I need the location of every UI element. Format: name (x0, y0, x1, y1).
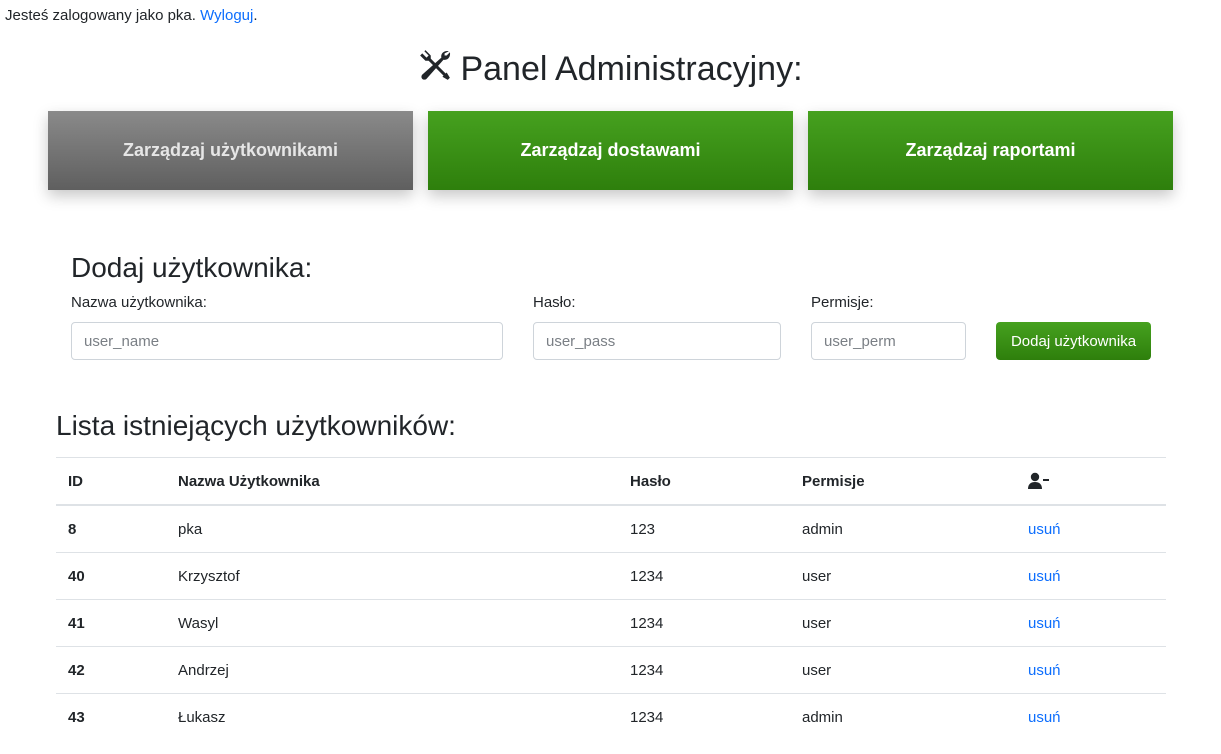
table-row: 8 pka 123 admin usuń (56, 504, 1166, 553)
logout-link[interactable]: Wyloguj (200, 7, 253, 24)
cell-permissions: admin (790, 693, 1016, 740)
users-table: ID Nazwa Użytkownika Hasło Permisje 8 pk… (56, 457, 1166, 740)
column-header-username: Nazwa Użytkownika (166, 457, 618, 506)
cell-permissions: user (790, 599, 1016, 647)
nav-manage-reports-label: Zarządzaj raportami (905, 140, 1076, 160)
cell-id: 41 (56, 599, 166, 647)
cell-action: usuń (1016, 646, 1166, 694)
cell-username: Łukasz (166, 693, 618, 740)
add-user-title: Dodaj użytkownika: (71, 252, 313, 283)
delete-user-link[interactable]: usuń (1028, 615, 1061, 632)
cell-id: 42 (56, 646, 166, 694)
table-row: 43 Łukasz 1234 admin usuń (56, 693, 1166, 740)
page-title-text: Panel Administracyjny: (460, 50, 803, 88)
permissions-label: Permisje: (811, 294, 874, 311)
add-user-button[interactable]: Dodaj użytkownika (996, 322, 1151, 360)
nav-manage-deliveries-label: Zarządzaj dostawami (520, 140, 701, 160)
user-minus-icon (1028, 472, 1050, 490)
password-label: Hasło: (533, 294, 576, 311)
login-status-text: Jesteś zalogowany jako pka. (5, 7, 196, 24)
login-status-suffix: . (253, 7, 258, 24)
cell-id: 43 (56, 693, 166, 740)
column-header-permissions: Permisje (790, 457, 1016, 506)
cell-username: Andrzej (166, 646, 618, 694)
cell-id: 40 (56, 552, 166, 600)
cell-password: 123 (618, 504, 790, 553)
cell-permissions: user (790, 646, 1016, 694)
cell-username: Krzysztof (166, 552, 618, 600)
page-title: Panel Administracyjny: (0, 48, 1221, 91)
column-header-password: Hasło (618, 457, 790, 506)
permissions-input[interactable] (811, 322, 966, 360)
cell-action: usuń (1016, 504, 1166, 553)
cell-username: Wasyl (166, 599, 618, 647)
cell-action: usuń (1016, 552, 1166, 600)
table-header-row: ID Nazwa Użytkownika Hasło Permisje (56, 457, 1166, 506)
delete-user-link[interactable]: usuń (1028, 662, 1061, 679)
login-status: Jesteś zalogowany jako pka. Wyloguj. (5, 7, 258, 24)
table-row: 40 Krzysztof 1234 user usuń (56, 552, 1166, 600)
delete-user-link[interactable]: usuń (1028, 568, 1061, 585)
user-list-title: Lista istniejących użytkowników: (56, 410, 456, 441)
cell-password: 1234 (618, 693, 790, 740)
table-row: 41 Wasyl 1234 user usuń (56, 599, 1166, 647)
delete-user-link[interactable]: usuń (1028, 521, 1061, 538)
username-input[interactable] (71, 322, 503, 360)
cell-action: usuń (1016, 599, 1166, 647)
tools-icon (418, 48, 452, 91)
column-header-id: ID (56, 457, 166, 506)
password-input[interactable] (533, 322, 781, 360)
column-header-action (1016, 457, 1166, 506)
nav-manage-users-label: Zarządzaj użytkownikami (122, 140, 339, 160)
cell-id: 8 (56, 504, 166, 553)
cell-password: 1234 (618, 552, 790, 600)
nav-manage-users[interactable]: Zarządzaj użytkownikami (48, 111, 413, 190)
cell-password: 1234 (618, 599, 790, 647)
cell-permissions: user (790, 552, 1016, 600)
cell-action: usuń (1016, 693, 1166, 740)
username-label: Nazwa użytkownika: (71, 294, 207, 311)
cell-username: pka (166, 504, 618, 553)
nav-manage-deliveries[interactable]: Zarządzaj dostawami (428, 111, 793, 190)
table-row: 42 Andrzej 1234 user usuń (56, 646, 1166, 694)
delete-user-link[interactable]: usuń (1028, 709, 1061, 726)
cell-permissions: admin (790, 504, 1016, 553)
nav-manage-reports[interactable]: Zarządzaj raportami (808, 111, 1173, 190)
cell-password: 1234 (618, 646, 790, 694)
